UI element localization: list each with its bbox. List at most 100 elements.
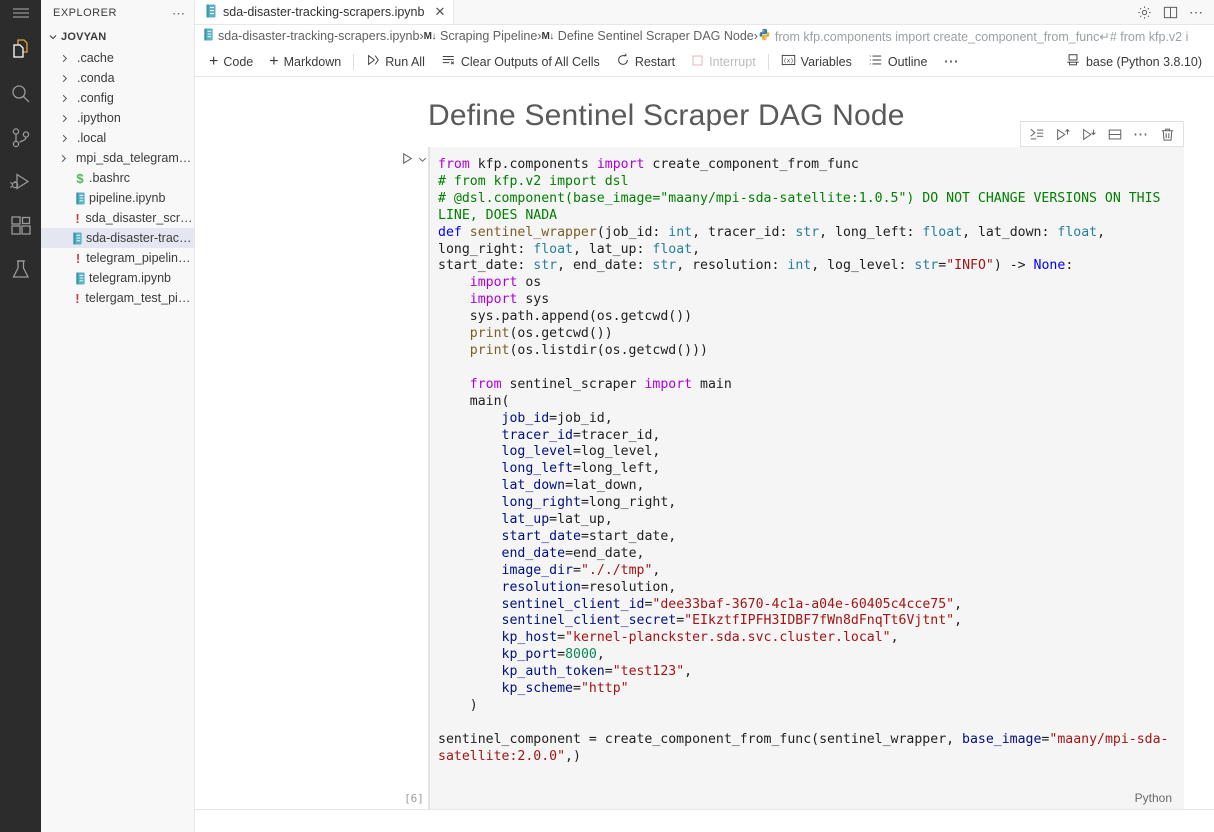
more-actions-icon[interactable]: ⋯ [1189, 4, 1204, 19]
clear-outputs-button[interactable]: Clear Outputs of All Cells [433, 50, 608, 74]
menu-icon[interactable] [0, 0, 41, 26]
notebook-body: Define Sentinel Scraper DAG Node ⋯ from … [195, 77, 1214, 832]
more-actions-icon: ⋯ [943, 53, 960, 70]
outline-icon [868, 53, 883, 70]
source-control-icon[interactable] [0, 116, 41, 160]
split-cell-icon[interactable] [1103, 123, 1127, 145]
file-tree-item[interactable]: sda-disaster-trackin... [41, 228, 194, 248]
code-line: long_right=long_right, [501, 495, 677, 511]
code-line: job_id=job_id, [501, 410, 613, 426]
explorer-root-folder[interactable]: JOVYAN [41, 26, 194, 48]
explorer-icon[interactable] [0, 26, 41, 72]
tab-label: sda-disaster-tracking-scrapers.ipynb [223, 5, 425, 19]
file-tree-item-label: telegram_pipeline.y... [86, 251, 194, 265]
notebook-cell: from kfp.components import create_compon… [400, 147, 1184, 787]
code-line: kp_scheme="http" [501, 681, 629, 697]
restart-icon [616, 53, 630, 70]
code-line: from kfp.components import create_compon… [438, 157, 859, 172]
toolbar-divider [353, 53, 355, 70]
file-tree-item[interactable]: ! sda_disaster_scrapi... [41, 208, 194, 228]
code-line: start_date=start_date, [501, 528, 677, 544]
cell-language-label[interactable]: Python [1135, 791, 1172, 805]
code-line: sentinel_client_secret="EIkztfIPFH3IDBF7… [501, 613, 963, 629]
chevron-down-icon[interactable] [417, 153, 428, 168]
code-line: kp_port=8000, [501, 647, 605, 663]
add-markdown-cell-label: Markdown [283, 54, 342, 69]
code-line: end_date=end_date, [501, 545, 645, 561]
run-all-button[interactable]: Run All [358, 50, 433, 74]
execution-count: [6] [404, 791, 424, 805]
breadcrumb-subsection[interactable]: M↓ Define Sentinel Scraper DAG Node [541, 29, 753, 43]
add-markdown-cell-button[interactable]: + Markdown [261, 50, 349, 74]
notebook-file-icon [71, 272, 89, 285]
explorer-root-label: JOVYAN [61, 31, 107, 43]
chevron-right-icon [57, 153, 70, 164]
vscode-window: EXPLORER ⋯ JOVYAN .cache .conda .config .ip… [0, 0, 1214, 832]
breadcrumb-file[interactable]: sda-disaster-tracking-scrapers.ipynb [203, 28, 419, 44]
search-icon[interactable] [0, 72, 41, 116]
code-line: print(os.listdir(os.getcwd())) [469, 342, 708, 358]
breadcrumb-section[interactable]: M↓ Scraping Pipeline [424, 29, 538, 43]
toolbar-more-button[interactable]: ⋯ [935, 50, 967, 74]
execute-cell-and-below-icon[interactable] [1077, 123, 1101, 145]
file-tree-item[interactable]: .local [41, 128, 194, 148]
shell-file-icon: $ [76, 170, 84, 186]
testing-icon[interactable] [0, 248, 41, 292]
file-tree-item[interactable]: .conda [41, 68, 194, 88]
add-code-cell-label: Code [223, 54, 254, 69]
bottom-divider [195, 809, 1214, 817]
interrupt-icon [691, 54, 704, 70]
run-and-debug-icon[interactable] [0, 160, 41, 204]
file-tree-item[interactable]: telegram.ipynb [41, 268, 194, 288]
execute-above-cells-icon[interactable] [1025, 123, 1049, 145]
more-cell-actions-icon[interactable]: ⋯ [1129, 123, 1153, 145]
explorer-more-icon[interactable]: ⋯ [172, 7, 186, 20]
toolbar-divider [767, 53, 769, 70]
file-tree-item[interactable]: .cache [41, 48, 194, 68]
file-tree-item[interactable]: $ .bashrc [41, 168, 194, 188]
breadcrumb-section-label: Scraping Pipeline [439, 29, 538, 43]
restart-kernel-button[interactable]: Restart [608, 50, 683, 74]
add-code-cell-button[interactable]: + Code [201, 50, 261, 74]
code-line: resolution=resolution, [501, 579, 677, 595]
notebook-cell-wrapper: ⋯ from kfp.components import create_comp… [195, 121, 1214, 787]
variables-button[interactable]: (x) Variables [773, 50, 860, 74]
code-line: ) [438, 698, 478, 713]
code-line: print(os.getcwd()) [469, 326, 613, 342]
file-tree-item[interactable]: pipeline.ipynb [41, 188, 194, 208]
file-tree-item[interactable]: .ipython [41, 108, 194, 128]
code-line: tracer_id=tracer_id, [501, 427, 661, 443]
outline-button[interactable]: Outline [860, 50, 936, 74]
split-editor-icon[interactable] [1163, 5, 1178, 20]
plus-icon: + [269, 52, 279, 70]
cell-editor[interactable]: from kfp.components import create_compon… [428, 147, 1184, 787]
interrupt-button[interactable]: Interrupt [683, 50, 764, 74]
file-tree-item-label: pipeline.ipynb [89, 191, 166, 205]
run-cell-icon[interactable] [400, 151, 415, 169]
explorer-title: EXPLORER [53, 7, 117, 19]
file-tree-item-label: .ipython [77, 111, 121, 125]
breadcrumb-file-label: sda-disaster-tracking-scrapers.ipynb [218, 29, 420, 43]
file-tree-item[interactable]: ! telegram_pipeline.y... [41, 248, 194, 268]
outline-label: Outline [887, 54, 928, 69]
file-tree-item[interactable]: .config [41, 88, 194, 108]
file-tree-item[interactable]: ! telergam_test_pipeli... [41, 288, 194, 308]
run-by-line-icon[interactable] [1051, 123, 1075, 145]
cell-footer: [6] Python [195, 787, 1214, 809]
code-content[interactable]: from kfp.components import create_compon… [430, 155, 1184, 772]
tab-sda-disaster-tracking-scrapers[interactable]: sda-disaster-tracking-scrapers.ipynb ✕ [195, 0, 455, 24]
settings-gear-icon[interactable] [1137, 5, 1152, 20]
close-icon[interactable]: ✕ [434, 4, 445, 20]
extensions-icon[interactable] [0, 204, 41, 248]
file-tree-item[interactable]: mpi_sda_telegram_s... [41, 148, 194, 168]
kernel-selector-button[interactable]: base (Python 3.8.10) [1066, 53, 1206, 70]
breadcrumb-cell[interactable]: from kfp.components import create_compon… [758, 28, 1188, 44]
chevron-right-icon [57, 93, 71, 104]
delete-cell-icon[interactable] [1155, 123, 1179, 145]
cell-language-bar: Python [428, 787, 1184, 809]
kernel-icon [1066, 53, 1080, 70]
explorer-header: EXPLORER ⋯ [41, 0, 194, 26]
cell-toolbar: ⋯ [1020, 121, 1184, 147]
